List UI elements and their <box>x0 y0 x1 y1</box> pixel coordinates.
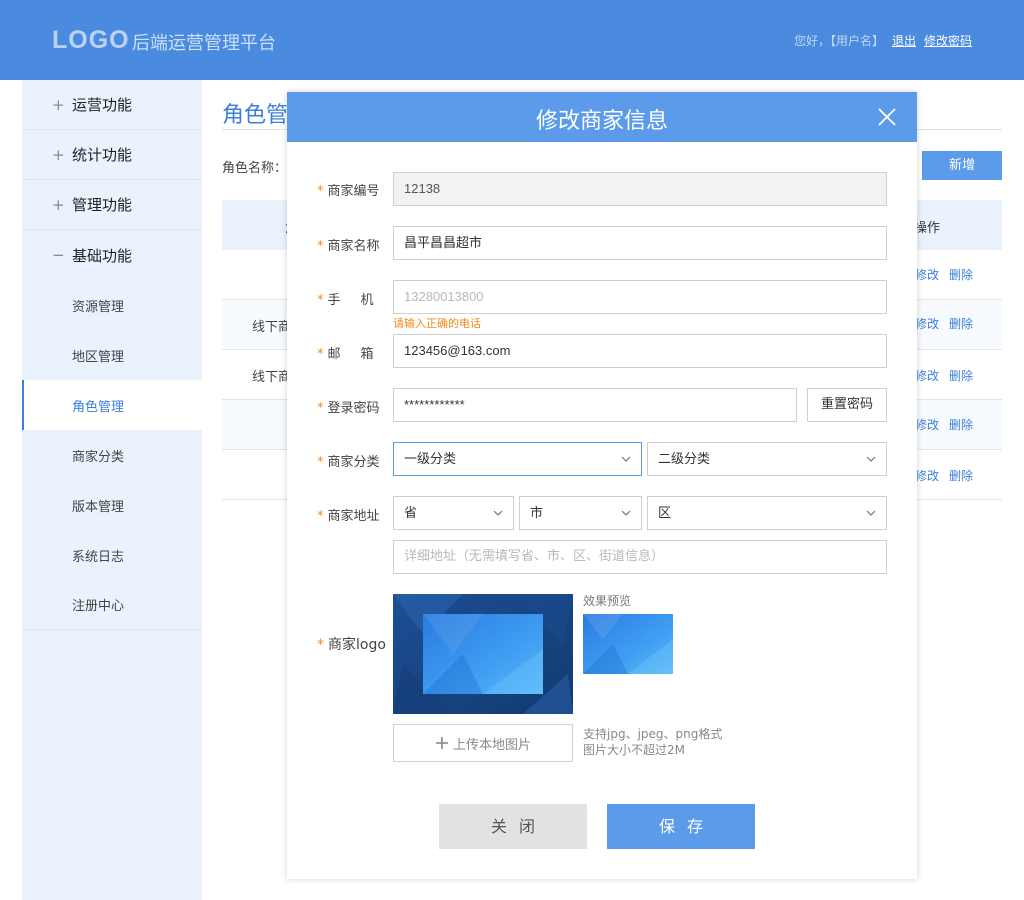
delete-link[interactable]: 删除 <box>949 315 973 332</box>
app-logo: LOGO <box>52 26 130 54</box>
upload-button-label: 上传本地图片 <box>452 737 531 753</box>
city-select[interactable]: 市 <box>519 496 642 530</box>
sidebar-group-operations[interactable]: + 运营功能 <box>22 80 202 130</box>
delete-link[interactable]: 删除 <box>949 467 973 484</box>
expand-icon: + <box>52 195 65 214</box>
logo-preview-image <box>583 614 673 674</box>
merchant-id-label: * 商家编号 <box>317 184 380 199</box>
close-button[interactable]: 关闭 <box>439 804 587 849</box>
save-button[interactable]: 保存 <box>607 804 755 849</box>
row-name: 线下商 <box>252 370 292 385</box>
merchant-name-label: * 商家名称 <box>317 239 380 254</box>
edit-link[interactable]: 修改 <box>915 467 939 484</box>
chevron-down-icon <box>866 456 876 462</box>
upload-hint: 支持jpg、jpeg、png格式 图片大小不超过2M <box>583 726 722 758</box>
required-mark: * <box>317 637 324 653</box>
sidebar-group-label: 运营功能 <box>72 96 133 114</box>
close-icon[interactable] <box>877 107 897 127</box>
upload-image-button[interactable]: 上传本地图片 <box>393 724 573 762</box>
required-mark: * <box>317 347 324 362</box>
sidebar-item-system-logs[interactable]: 系统日志 <box>22 530 202 580</box>
delete-link[interactable]: 删除 <box>949 416 973 433</box>
chevron-down-icon <box>621 510 631 516</box>
merchant-id-field: 12138 <box>393 172 887 206</box>
sidebar-item-registry[interactable]: 注册中心 <box>22 580 202 630</box>
sidebar-item-versions[interactable]: 版本管理 <box>22 480 202 530</box>
row-name: 线下商 <box>252 320 292 335</box>
plus-icon <box>435 737 448 749</box>
change-password-link[interactable]: 修改密码 <box>924 32 972 49</box>
upload-hint-size: 图片大小不超过2M <box>583 743 685 757</box>
sidebar-group-basic[interactable]: − 基础功能 <box>22 230 202 280</box>
sidebar-item-regions[interactable]: 地区管理 <box>22 330 202 380</box>
edit-link[interactable]: 修改 <box>915 367 939 384</box>
row-actions: 修改 删除 <box>915 266 973 283</box>
edit-merchant-dialog: 修改商家信息 * 商家编号 12138 * 商家名称 昌平昌昌超市 * 手机 1328… <box>287 92 917 879</box>
row-actions: 修改 删除 <box>915 467 973 484</box>
sidebar-group-management[interactable]: + 管理功能 <box>22 180 202 230</box>
dialog-header: 修改商家信息 <box>287 92 917 142</box>
phone-error-message: 请输入正确的电话 <box>393 317 481 330</box>
sidebar-group-label: 统计功能 <box>72 146 133 164</box>
edit-link[interactable]: 修改 <box>915 266 939 283</box>
sidebar-item-merchant-categories[interactable]: 商家分类 <box>22 430 202 480</box>
required-mark: * <box>317 401 324 416</box>
row-actions: 修改 删除 <box>915 315 973 332</box>
upload-hint-format: 支持jpg、jpeg、png格式 <box>583 727 723 741</box>
chevron-down-icon <box>621 456 631 462</box>
collapse-icon: − <box>52 246 65 264</box>
phone-label: * 手机 <box>317 293 394 308</box>
edit-link[interactable]: 修改 <box>915 416 939 433</box>
delete-link[interactable]: 删除 <box>949 266 973 283</box>
required-mark: * <box>317 455 324 470</box>
address-label: * 商家地址 <box>317 509 380 524</box>
required-mark: * <box>317 184 324 199</box>
preview-label: 效果预览 <box>583 594 632 608</box>
category-level1-select[interactable]: 一级分类 <box>393 442 642 476</box>
sidebar-group-statistics[interactable]: + 统计功能 <box>22 130 202 180</box>
province-select[interactable]: 省 <box>393 496 514 530</box>
password-input[interactable]: ************ <box>393 388 797 422</box>
required-mark: * <box>317 293 324 308</box>
chevron-down-icon <box>866 510 876 516</box>
email-label: * 邮箱 <box>317 347 394 362</box>
row-actions: 修改 删除 <box>915 416 973 433</box>
user-area: 您好，【用户名】 退出 修改密码 <box>794 32 972 49</box>
district-select[interactable]: 区 <box>647 496 887 530</box>
required-mark: * <box>317 509 324 524</box>
column-header-actions: 操作 <box>914 221 941 236</box>
phone-input[interactable]: 13280013800 <box>393 280 887 314</box>
email-input[interactable]: 123456@163.com <box>393 334 887 368</box>
edit-link[interactable]: 修改 <box>915 315 939 332</box>
user-greeting: 您好，【用户名】 <box>793 34 884 48</box>
logout-link[interactable]: 退出 <box>892 32 916 49</box>
chevron-down-icon <box>493 510 503 516</box>
delete-link[interactable]: 删除 <box>949 367 973 384</box>
expand-icon: + <box>52 95 65 114</box>
sidebar-group-label: 管理功能 <box>72 196 133 214</box>
sidebar: + 运营功能 + 统计功能 + 管理功能 − 基础功能 资源管理 地区管理 角色… <box>22 80 202 900</box>
logo-label: * 商家logo <box>317 637 386 653</box>
expand-icon: + <box>52 145 65 164</box>
sidebar-group-label: 基础功能 <box>72 246 133 265</box>
merchant-name-input[interactable]: 昌平昌昌超市 <box>393 226 887 260</box>
role-name-filter-label: 角色名称： <box>222 161 288 176</box>
row-actions: 修改 删除 <box>915 367 973 384</box>
app-title: 后端运营管理平台 <box>132 33 276 54</box>
category-label: * 商家分类 <box>317 455 380 470</box>
page-title: 角色管 <box>222 103 289 128</box>
dialog-title: 修改商家信息 <box>535 109 668 134</box>
address-detail-input[interactable]: 详细地址（无需填写省、市、区、街道信息） <box>393 540 887 574</box>
merchant-logo-image <box>393 594 573 714</box>
sidebar-item-resources[interactable]: 资源管理 <box>22 280 202 330</box>
required-mark: * <box>317 239 324 254</box>
sidebar-item-roles[interactable]: 角色管理 <box>22 380 202 430</box>
top-header: LOGO 后端运营管理平台 您好，【用户名】 退出 修改密码 <box>0 0 1024 80</box>
category-level2-select[interactable]: 二级分类 <box>647 442 887 476</box>
add-button[interactable]: 新增 <box>922 151 1002 180</box>
password-label: * 登录密码 <box>317 401 380 416</box>
reset-password-button[interactable]: 重置密码 <box>807 388 887 422</box>
